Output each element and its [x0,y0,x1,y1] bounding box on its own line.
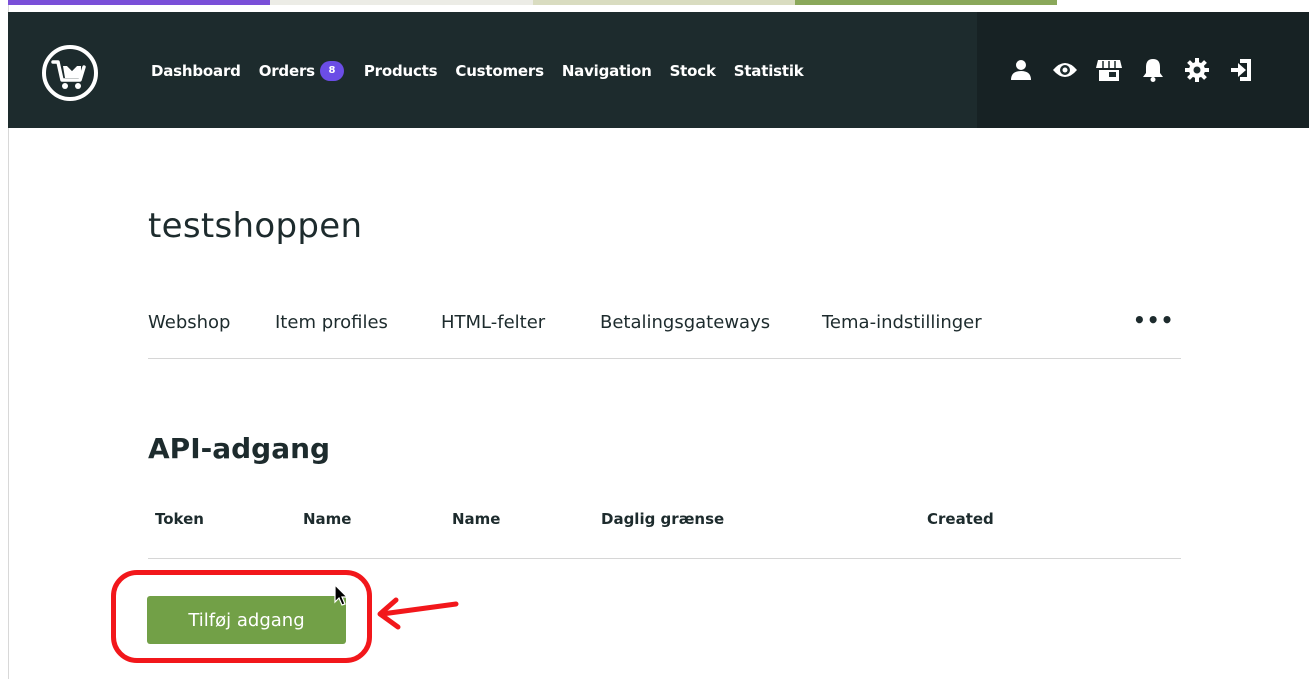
top-navbar: Dashboard Orders 8 Products Customers Na… [8,12,1309,128]
column-header-name-2[interactable]: Name [452,510,500,528]
bell-icon[interactable] [1140,57,1166,83]
orders-count-badge: 8 [319,61,344,81]
page-title: testshoppen [148,206,363,246]
column-header-name[interactable]: Name [303,510,351,528]
more-tabs-button[interactable]: ••• [1133,308,1174,332]
tab-webshop[interactable]: Webshop [148,312,230,333]
storefront-icon[interactable] [1096,57,1122,83]
column-header-daily-limit[interactable]: Daglig grænse [601,510,724,528]
top-color-stripe [8,0,1309,12]
settings-tabs: Webshop Item profiles HTML-felter Betali… [148,308,1181,359]
user-icon[interactable] [1008,57,1034,83]
nav-customers[interactable]: Customers [455,62,544,80]
logout-icon[interactable] [1228,57,1254,83]
add-access-button[interactable]: Tilføj adgang [147,596,346,644]
tab-betalingsgateways[interactable]: Betalingsgateways [600,312,770,333]
section-title: API-adgang [148,432,331,465]
tab-item-profiles[interactable]: Item profiles [275,312,388,333]
tab-html-felter[interactable]: HTML-felter [441,312,545,333]
header-icons [1008,57,1272,83]
api-table-header: Token Name Name Daglig grænse Created [148,510,1181,559]
column-header-token[interactable]: Token [155,510,204,528]
nav-statistik[interactable]: Statistik [734,62,804,80]
nav-dashboard[interactable]: Dashboard [151,62,241,80]
column-header-created[interactable]: Created [927,510,994,528]
main-nav: Dashboard Orders 8 Products Customers Na… [151,61,822,81]
nav-navigation[interactable]: Navigation [562,62,652,80]
eye-icon[interactable] [1052,57,1078,83]
tab-tema-indstillinger[interactable]: Tema-indstillinger [822,312,982,333]
gear-icon[interactable] [1184,57,1210,83]
nav-products[interactable]: Products [364,62,438,80]
nav-orders[interactable]: Orders 8 [259,61,344,81]
annotation-arrow-icon [377,597,459,630]
nav-stock[interactable]: Stock [670,62,716,80]
cart-download-icon[interactable] [41,44,99,102]
